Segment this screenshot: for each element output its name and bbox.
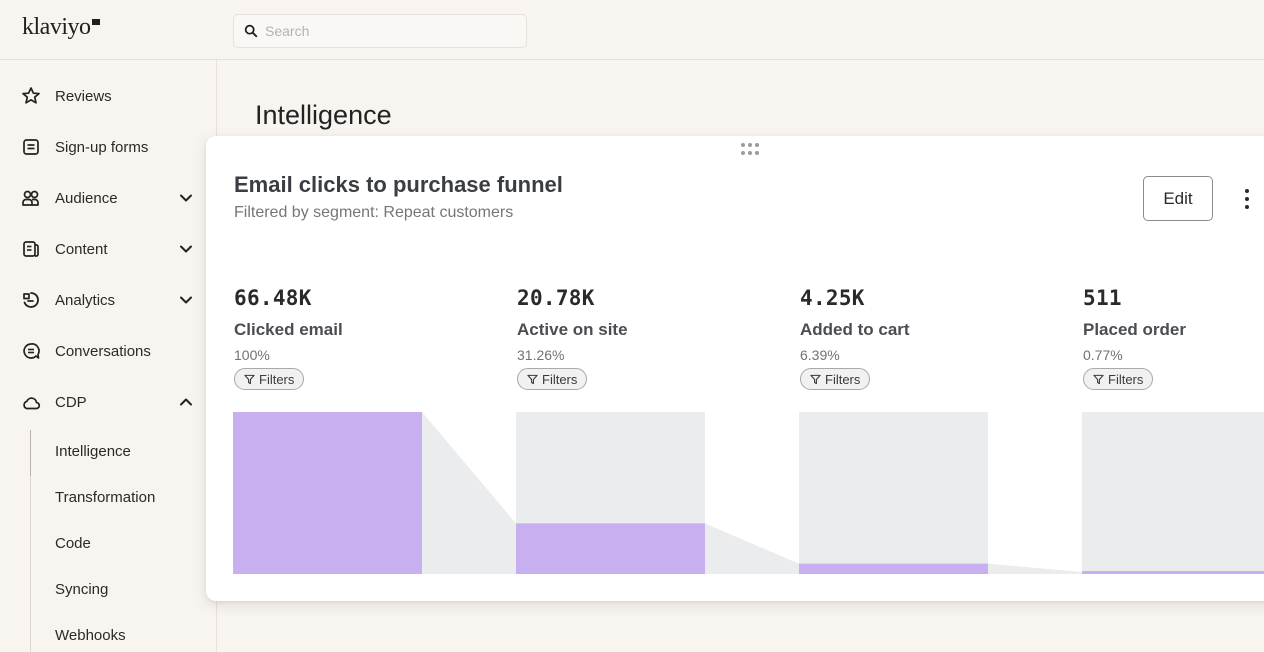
- chevron-down-icon[interactable]: [178, 292, 194, 308]
- funnel-connector: [705, 523, 799, 574]
- sidebar-item-analytics[interactable]: Analytics: [0, 280, 217, 320]
- top-bar: klaviyo: [0, 0, 1264, 60]
- sidebar-subitem-webhooks[interactable]: Webhooks: [55, 627, 126, 644]
- sidebar-item-label: Analytics: [55, 291, 116, 309]
- sidebar-item-conversations[interactable]: Conversations: [0, 331, 217, 371]
- filters-button[interactable]: Filters: [800, 368, 871, 390]
- drag-handle-icon[interactable]: [741, 143, 763, 156]
- funnel-bar-3: [799, 563, 988, 574]
- stage-label: Added to cart: [800, 320, 910, 339]
- stage-percentage: 31.26%: [517, 347, 565, 363]
- content-icon: [21, 239, 41, 259]
- form-icon: [21, 137, 41, 157]
- sidebar-item-label: CDP: [55, 393, 87, 411]
- klaviyo-logo[interactable]: klaviyo: [22, 14, 100, 41]
- chat-icon: [21, 341, 41, 361]
- stage-label: Placed order: [1083, 320, 1186, 339]
- sidebar-item-label: Conversations: [55, 342, 151, 360]
- funnel-bar-1: [233, 412, 422, 574]
- filters-button[interactable]: Filters: [234, 368, 305, 390]
- funnel-bar-track: [799, 412, 988, 574]
- stage-label: Active on site: [517, 320, 628, 339]
- filter-icon: [527, 374, 538, 384]
- funnel-connector: [422, 412, 516, 574]
- sidebar-item-label: Reviews: [55, 87, 112, 105]
- funnel-bar-2: [516, 523, 705, 574]
- sidebar-item-reviews[interactable]: Reviews: [0, 76, 217, 116]
- card-subtitle: Filtered by segment: Repeat customers: [234, 204, 514, 221]
- star-icon: [21, 86, 41, 106]
- search-box[interactable]: [233, 14, 527, 48]
- page-title: Intelligence: [255, 100, 392, 130]
- funnel-stage: 511 Placed order 0.77% Filters: [1083, 286, 1186, 390]
- sidebar-subitem-transformation[interactable]: Transformation: [55, 489, 155, 506]
- filters-button[interactable]: Filters: [1083, 368, 1154, 390]
- stage-value: 4.25K: [800, 286, 865, 310]
- logo-flag-icon: [91, 19, 100, 25]
- sidebar-item-label: Audience: [55, 189, 118, 207]
- cloud-icon: [21, 392, 41, 412]
- filter-icon: [810, 374, 821, 384]
- card-title: Email clicks to purchase funnel: [234, 172, 563, 197]
- stage-value: 511: [1083, 286, 1122, 310]
- sidebar-item-cdp[interactable]: CDP: [0, 382, 217, 422]
- funnel-stage: 66.48K Clicked email 100% Filters: [234, 286, 343, 390]
- search-icon: [244, 24, 258, 38]
- sidebar-item-label: Sign-up forms: [55, 138, 149, 156]
- sidebar-item-signup-forms[interactable]: Sign-up forms: [0, 127, 217, 167]
- people-icon: [21, 188, 41, 208]
- sidebar-item-content[interactable]: Content: [0, 229, 217, 269]
- stage-value: 66.48K: [234, 286, 312, 310]
- filters-button[interactable]: Filters: [517, 368, 588, 390]
- filters-label: Filters: [259, 371, 295, 387]
- stage-percentage: 6.39%: [800, 347, 840, 363]
- stage-percentage: 0.77%: [1083, 347, 1123, 363]
- sidebar-subitem-code[interactable]: Code: [55, 535, 91, 552]
- filters-label: Filters: [542, 371, 578, 387]
- funnel-card: Email clicks to purchase funnel Filtered…: [206, 136, 1264, 601]
- sidebar-item-audience[interactable]: Audience: [0, 178, 217, 218]
- stage-percentage: 100%: [234, 347, 270, 363]
- filters-label: Filters: [1108, 371, 1144, 387]
- sidebar-item-label: Content: [55, 240, 108, 258]
- submenu-active-indicator: [30, 430, 31, 476]
- filter-icon: [1093, 374, 1104, 384]
- more-options-icon[interactable]: [1240, 186, 1254, 212]
- funnel-connector: [988, 563, 1082, 574]
- stage-label: Clicked email: [234, 320, 343, 339]
- funnel-bar-track: [1082, 412, 1264, 574]
- filter-icon: [244, 374, 255, 384]
- funnel-stage: 4.25K Added to cart 6.39% Filters: [800, 286, 910, 390]
- stage-value: 20.78K: [517, 286, 595, 310]
- analytics-icon: [21, 290, 41, 310]
- filters-label: Filters: [825, 371, 861, 387]
- chevron-up-icon[interactable]: [178, 394, 194, 410]
- search-input[interactable]: [265, 23, 505, 39]
- chevron-down-icon[interactable]: [178, 241, 194, 257]
- edit-button[interactable]: Edit: [1143, 176, 1213, 221]
- sidebar-subitem-intelligence[interactable]: Intelligence: [55, 443, 131, 460]
- funnel-bar-4: [1082, 571, 1264, 574]
- sidebar: Reviews Sign-up forms Audience Content A…: [0, 60, 217, 652]
- funnel-stage: 20.78K Active on site 31.26% Filters: [517, 286, 628, 390]
- chevron-down-icon[interactable]: [178, 190, 194, 206]
- sidebar-subitem-syncing[interactable]: Syncing: [55, 581, 108, 598]
- logo-text: klaviyo: [22, 14, 91, 40]
